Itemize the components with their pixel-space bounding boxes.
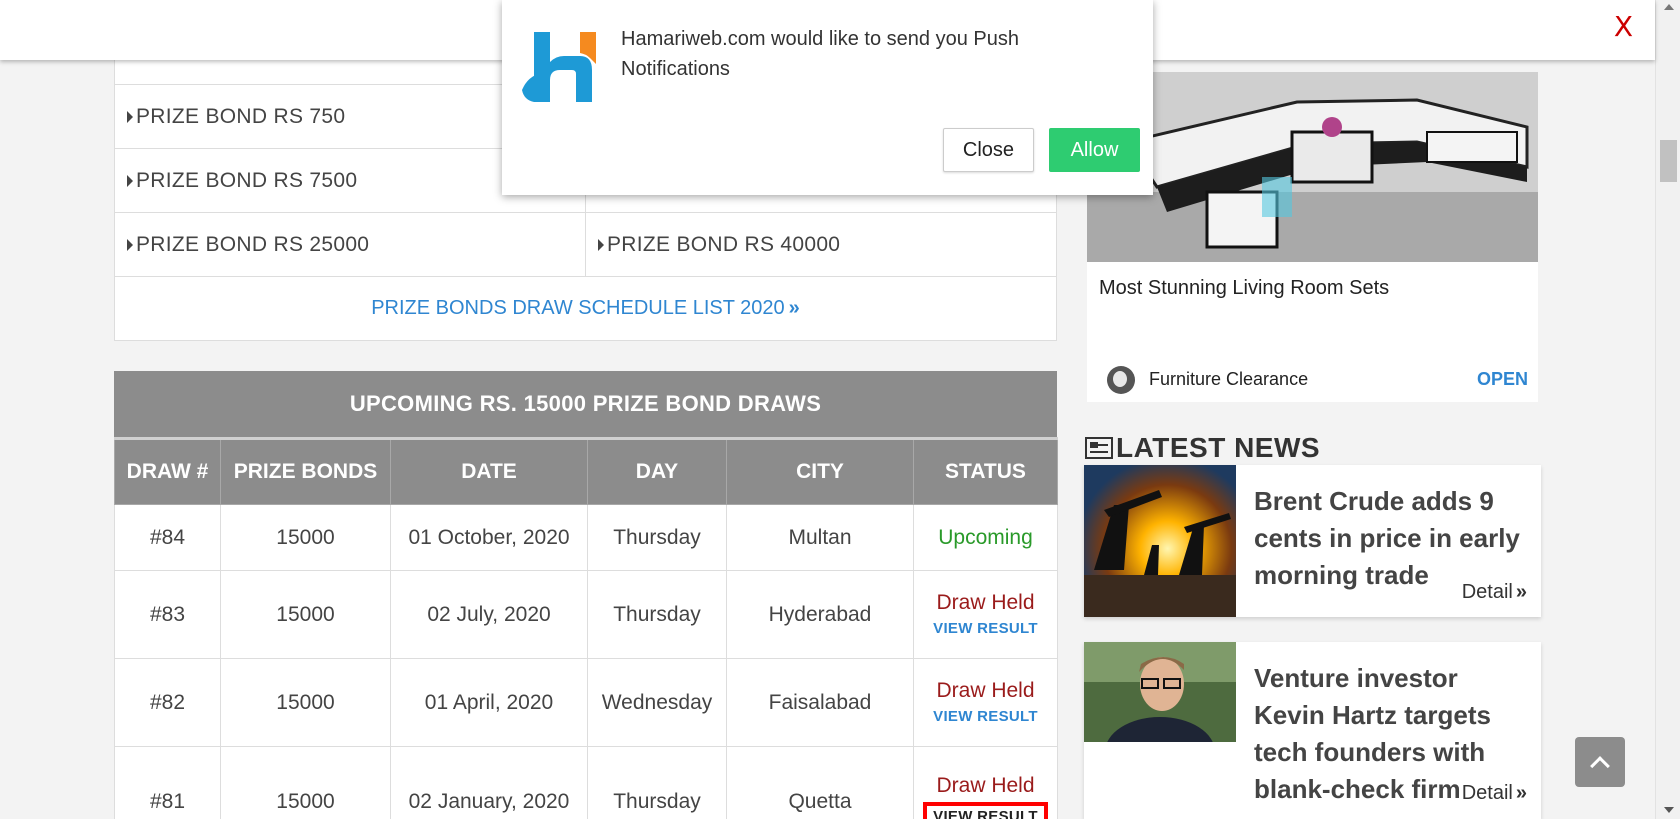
person-thumbnail [1084, 642, 1236, 742]
col-status: STATUS [913, 437, 1058, 505]
draw-day: Thursday [587, 504, 727, 571]
caret-right-icon [127, 238, 133, 251]
ad-footer: Furniture Clearance OPEN [1087, 357, 1538, 402]
latest-news-heading: LATEST NEWS [1085, 432, 1320, 464]
draw-number: #82 [114, 658, 221, 747]
ad-brand: Furniture Clearance [1149, 369, 1309, 389]
bond-value: 15000 [220, 658, 391, 747]
bond-link-25000[interactable]: PRIZE BOND RS 25000 [115, 213, 585, 276]
table-row: #81 15000 02 January, 2020 Thursday Quet… [114, 746, 1058, 819]
ad-open-button[interactable]: OPEN [1477, 369, 1528, 390]
draw-city: Multan [726, 504, 914, 571]
status-draw-held: Draw Held [936, 678, 1035, 702]
hamariweb-logo [520, 30, 600, 105]
news-item[interactable]: Venture investor Kevin Hartz targets tec… [1084, 642, 1541, 819]
col-prize-bonds: PRIZE BONDS [220, 437, 391, 505]
draw-date: 01 April, 2020 [390, 658, 588, 747]
draw-schedule-link[interactable]: PRIZE BONDS DRAW SCHEDULE LIST 2020 » [115, 276, 1056, 340]
ad-title: Most Stunning Living Room Sets [1099, 277, 1390, 299]
draw-status: Upcoming [913, 504, 1058, 571]
bond-value: 15000 [220, 570, 391, 659]
table-row: #82 15000 01 April, 2020 Wednesday Faisa… [114, 658, 1058, 747]
bond-value: 15000 [220, 746, 391, 819]
draws-table: DRAW # PRIZE BONDS DATE DAY CITY STATUS … [114, 437, 1058, 819]
draw-day: Thursday [587, 746, 727, 819]
draw-city: Hyderabad [726, 570, 914, 659]
draw-date: 02 January, 2020 [390, 746, 588, 819]
scroll-up-arrow-icon[interactable] [1664, 4, 1674, 10]
globe-icon [1107, 365, 1135, 394]
news-detail-link[interactable]: Detail» [1462, 782, 1527, 805]
table-row: #83 15000 02 July, 2020 Thursday Hyderab… [114, 570, 1058, 659]
draw-date: 01 October, 2020 [390, 504, 588, 571]
news-headline[interactable]: Brent Crude adds 9 cents in price in ear… [1254, 483, 1524, 594]
oil-pump-thumbnail [1084, 465, 1236, 617]
sofa-ad-image [1087, 72, 1538, 262]
table-header-row: DRAW # PRIZE BONDS DATE DAY CITY STATUS [114, 437, 1058, 505]
page-scrollbar[interactable] [1655, 0, 1680, 819]
sofa-illustration [1087, 72, 1538, 262]
scroll-down-arrow-icon[interactable] [1664, 807, 1674, 813]
push-notification-dialog: Hamariweb.com would like to send you Pus… [502, 0, 1153, 195]
col-date: DATE [390, 437, 588, 505]
draws-title: UPCOMING RS. 15000 PRIZE BOND DRAWS [114, 371, 1057, 437]
draw-city: Quetta [726, 746, 914, 819]
bond-value: 15000 [220, 504, 391, 571]
hamariweb-logo-svg [522, 32, 596, 102]
draw-status: Draw Held VIEW RESULT [913, 570, 1058, 659]
draw-status: Draw Held VIEW RESULT [913, 746, 1058, 819]
scroll-thumb[interactable] [1660, 140, 1677, 182]
upcoming-draws-section: UPCOMING RS. 15000 PRIZE BOND DRAWS DRAW… [114, 371, 1058, 819]
notification-message: Hamariweb.com would like to send you Pus… [621, 28, 1019, 80]
caret-right-icon [127, 110, 133, 123]
draw-day: Thursday [587, 570, 727, 659]
person-image [1084, 642, 1236, 742]
draw-number: #84 [114, 504, 221, 571]
status-upcoming: Upcoming [938, 525, 1033, 549]
news-item[interactable]: Brent Crude adds 9 cents in price in ear… [1084, 465, 1541, 617]
allow-button[interactable]: Allow [1049, 128, 1140, 172]
status-draw-held: Draw Held [936, 774, 1035, 797]
ad-card[interactable]: Most Stunning Living Room Sets Furniture… [1087, 72, 1538, 402]
double-chevron-right-icon: » [1515, 581, 1527, 603]
caret-right-icon [127, 174, 133, 187]
draw-number: #83 [114, 570, 221, 659]
draw-day: Wednesday [587, 658, 727, 747]
table-row: #84 15000 01 October, 2020 Thursday Mult… [114, 504, 1058, 571]
news-detail-link[interactable]: Detail» [1462, 581, 1527, 604]
col-draw-number: DRAW # [114, 437, 221, 505]
double-chevron-right-icon: » [1515, 782, 1527, 804]
view-result-link[interactable]: VIEW RESULT [933, 620, 1038, 637]
bond-link-40000[interactable]: PRIZE BOND RS 40000 [585, 213, 1056, 276]
bond-row: PRIZE BOND RS 25000 PRIZE BOND RS 40000 [115, 212, 1056, 276]
col-day: DAY [587, 437, 727, 505]
col-city: CITY [726, 437, 914, 505]
caret-right-icon [598, 238, 604, 251]
oil-pump-image [1084, 465, 1236, 617]
status-draw-held: Draw Held [936, 590, 1035, 614]
draw-city: Faisalabad [726, 658, 914, 747]
close-button[interactable]: Close [943, 128, 1034, 172]
view-result-link[interactable]: VIEW RESULT [933, 708, 1038, 725]
draw-number: #81 [114, 746, 221, 819]
draw-date: 02 July, 2020 [390, 570, 588, 659]
double-chevron-right-icon: » [788, 297, 800, 319]
close-banner-button[interactable]: X [1614, 10, 1633, 43]
chevron-up-icon [1590, 755, 1610, 776]
back-to-top-button[interactable] [1575, 737, 1625, 787]
view-result-link-highlighted[interactable]: VIEW RESULT [923, 802, 1048, 819]
draw-status: Draw Held VIEW RESULT [913, 658, 1058, 747]
newspaper-icon [1085, 437, 1113, 459]
